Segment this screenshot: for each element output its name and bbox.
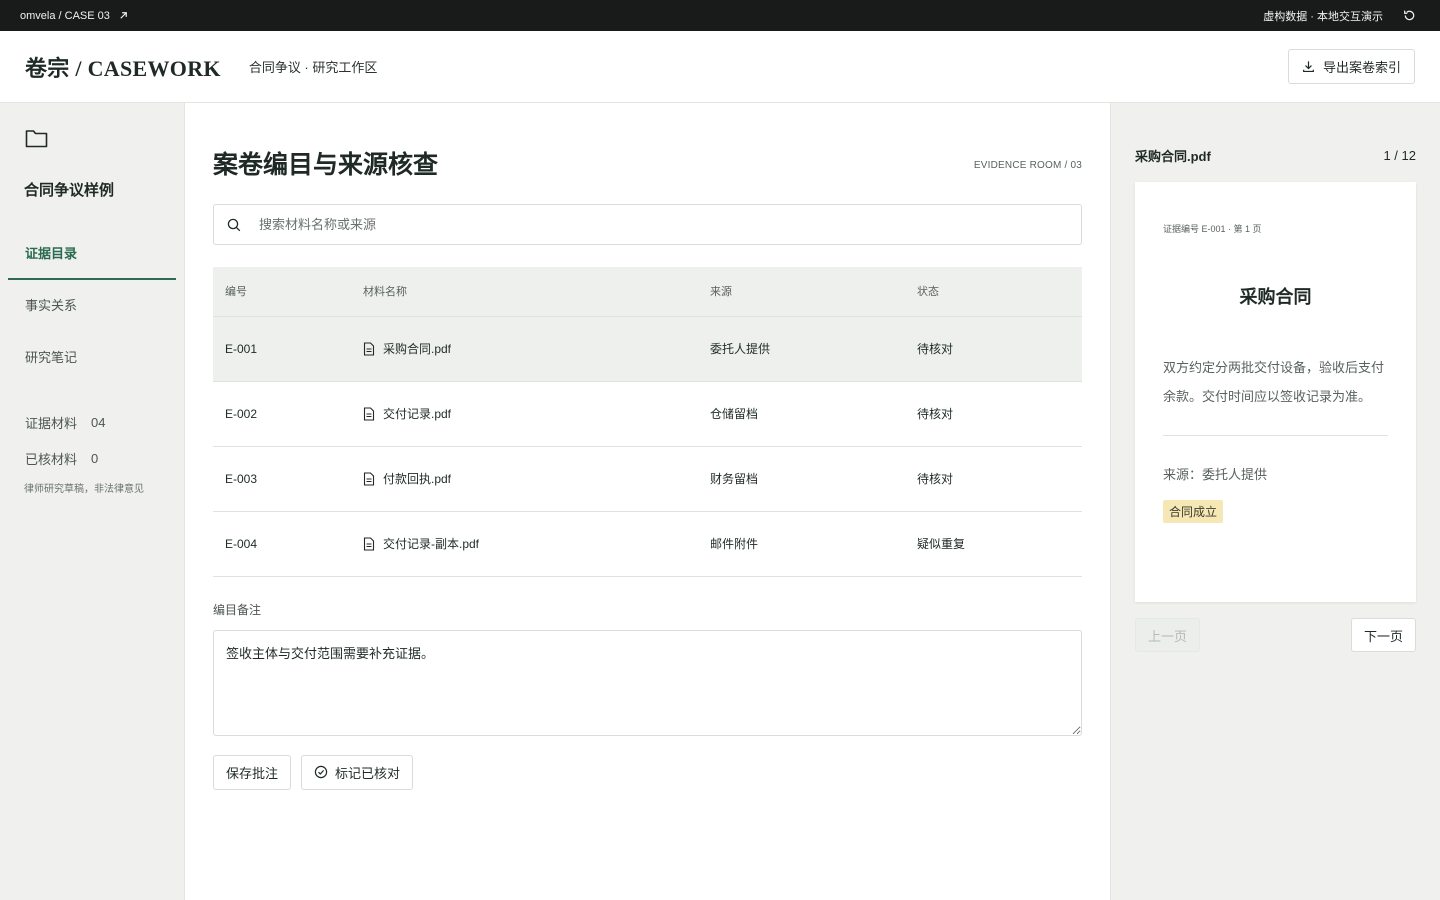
brand-logo: 卷宗 / CASEWORK bbox=[25, 55, 221, 81]
file-icon bbox=[363, 471, 375, 486]
note-actions: 保存批注 标记已核对 bbox=[213, 754, 1082, 790]
fact-tag[interactable]: 合同成立 bbox=[1163, 500, 1224, 523]
page-pager: 上一页 下一页 bbox=[1135, 618, 1416, 652]
case-crumb: omvela / CASE 03 bbox=[20, 9, 110, 22]
preview-file-name: 采购合同.pdf bbox=[1135, 149, 1211, 164]
column-header-name[interactable]: 材料名称 bbox=[351, 267, 698, 317]
doc-meta: 证据编号 E-001 · 第 1 页 bbox=[1163, 224, 1262, 234]
page-title: 案卷编目与来源核查 bbox=[213, 151, 439, 179]
prev-page-label: 上一页 bbox=[1148, 628, 1188, 644]
next-page-button[interactable]: 下一页 bbox=[1350, 618, 1416, 652]
notes-textarea[interactable]: 签收主体与交付范围需要补充证据。 bbox=[213, 629, 1082, 736]
column-header-source[interactable]: 来源 bbox=[698, 267, 905, 317]
mark-verified-label: 标记已核对 bbox=[335, 765, 401, 781]
sidebar-nav: 证据目录 事实关系 研究笔记 bbox=[0, 228, 184, 384]
main-panel: 案卷编目与来源核查 EVIDENCE ROOM / 03 编号 材料名称 来源 … bbox=[185, 103, 1111, 900]
export-label: 导出案卷索引 bbox=[1322, 60, 1401, 75]
sidebar-item-facts[interactable]: 事实关系 bbox=[0, 280, 184, 332]
reset-icon[interactable] bbox=[1403, 9, 1416, 22]
top-strip: omvela / CASE 03 虚构数据 · 本地交互演示 bbox=[0, 0, 1440, 31]
prev-page-button[interactable]: 上一页 bbox=[1135, 618, 1201, 652]
evidence-source: 委托人提供 bbox=[698, 316, 905, 382]
search-input[interactable] bbox=[259, 217, 1019, 232]
app-header: 卷宗 / CASEWORK 合同争议 · 研究工作区 导出案卷索引 bbox=[0, 31, 1440, 103]
notes-label: 编目备注 bbox=[213, 602, 262, 617]
evidence-status: 待核对 bbox=[905, 381, 1082, 447]
save-note-button[interactable]: 保存批注 bbox=[213, 754, 292, 790]
table-header-row: 编号 材料名称 来源 状态 bbox=[213, 267, 1082, 317]
evidence-id: E-002 bbox=[213, 381, 351, 447]
evidence-source: 财务留档 bbox=[698, 446, 905, 512]
table-row[interactable]: E-001 采购合同.pdf 委托人提供 待核对 bbox=[213, 316, 1082, 382]
check-circle-icon bbox=[314, 765, 328, 779]
evidence-source: 邮件附件 bbox=[698, 511, 905, 577]
doc-title: 采购合同 bbox=[1239, 287, 1312, 307]
doc-body: 双方约定分两批交付设备，验收后支付余款。交付时间应以签收记录为准。 bbox=[1163, 360, 1385, 404]
download-icon bbox=[1303, 61, 1314, 73]
room-label: EVIDENCE ROOM / 03 bbox=[973, 160, 1082, 171]
export-index-button[interactable]: 导出案卷索引 bbox=[1287, 49, 1415, 84]
save-note-label: 保存批注 bbox=[226, 765, 279, 781]
column-header-id[interactable]: 编号 bbox=[213, 267, 351, 317]
mark-verified-button[interactable]: 标记已核对 bbox=[301, 754, 414, 790]
table-row[interactable]: E-002 交付记录.pdf 仓储留档 待核对 bbox=[213, 381, 1082, 447]
disclaimer: 律师研究草稿，非法律意见 bbox=[24, 484, 144, 495]
doc-divider bbox=[1163, 435, 1388, 436]
case-crumb-link[interactable]: omvela / CASE 03 bbox=[20, 10, 129, 22]
evidence-source: 仓储留档 bbox=[698, 381, 905, 447]
case-name: 合同争议样例 bbox=[24, 182, 115, 199]
evidence-name: 采购合同.pdf bbox=[383, 342, 452, 356]
stat-label: 证据材料 bbox=[25, 415, 78, 431]
evidence-table: 编号 材料名称 来源 状态 E-001 采购合同.pdf 委托人提供 待核对 E… bbox=[213, 267, 1082, 577]
search-icon bbox=[227, 218, 241, 231]
evidence-name: 交付记录.pdf bbox=[383, 407, 452, 421]
document-page: 证据编号 E-001 · 第 1 页 采购合同 双方约定分两批交付设备，验收后支… bbox=[1135, 182, 1416, 602]
stat-label: 已核材料 bbox=[25, 451, 78, 467]
column-header-status[interactable]: 状态 bbox=[905, 267, 1082, 317]
stat-value: 0 bbox=[91, 450, 99, 466]
table-row[interactable]: E-004 交付记录-副本.pdf 邮件附件 疑似重复 bbox=[213, 511, 1082, 577]
search-box bbox=[213, 204, 1082, 245]
evidence-name: 交付记录-副本.pdf bbox=[383, 537, 480, 551]
file-icon bbox=[363, 406, 375, 421]
evidence-stats: 证据材料 04 已核材料 0 bbox=[0, 404, 184, 476]
evidence-id: E-004 bbox=[213, 511, 351, 577]
file-icon bbox=[363, 536, 375, 551]
page-indicator: 1 / 12 bbox=[1383, 148, 1416, 163]
file-icon bbox=[363, 341, 375, 356]
stat-evidence-count: 证据材料 04 bbox=[25, 404, 184, 440]
next-page-label: 下一页 bbox=[1363, 628, 1403, 644]
sidebar: 合同争议样例 证据目录 事实关系 研究笔记 证据材料 04 已核材料 0 律师研… bbox=[0, 103, 185, 900]
sidebar-item-notes[interactable]: 研究笔记 bbox=[0, 332, 184, 384]
evidence-id: E-003 bbox=[213, 446, 351, 512]
evidence-status: 待核对 bbox=[905, 446, 1082, 512]
demo-notice: 虚构数据 · 本地交互演示 bbox=[1263, 10, 1383, 23]
evidence-status: 待核对 bbox=[905, 316, 1082, 382]
workspace-subtitle: 合同争议 · 研究工作区 bbox=[248, 60, 378, 75]
evidence-id: E-001 bbox=[213, 316, 351, 382]
stat-verified-count: 已核材料 0 bbox=[25, 440, 184, 476]
folder-icon bbox=[25, 130, 48, 148]
document-preview: 采购合同.pdf 1 / 12 证据编号 E-001 · 第 1 页 采购合同 … bbox=[1111, 103, 1440, 900]
evidence-status: 疑似重复 bbox=[905, 511, 1082, 577]
sidebar-item-evidence[interactable]: 证据目录 bbox=[8, 228, 176, 280]
evidence-name: 付款回执.pdf bbox=[383, 472, 452, 486]
external-link-icon bbox=[120, 12, 127, 19]
table-row[interactable]: E-003 付款回执.pdf 财务留档 待核对 bbox=[213, 446, 1082, 512]
stat-value: 04 bbox=[91, 414, 106, 430]
doc-source: 来源：委托人提供 bbox=[1163, 467, 1268, 482]
